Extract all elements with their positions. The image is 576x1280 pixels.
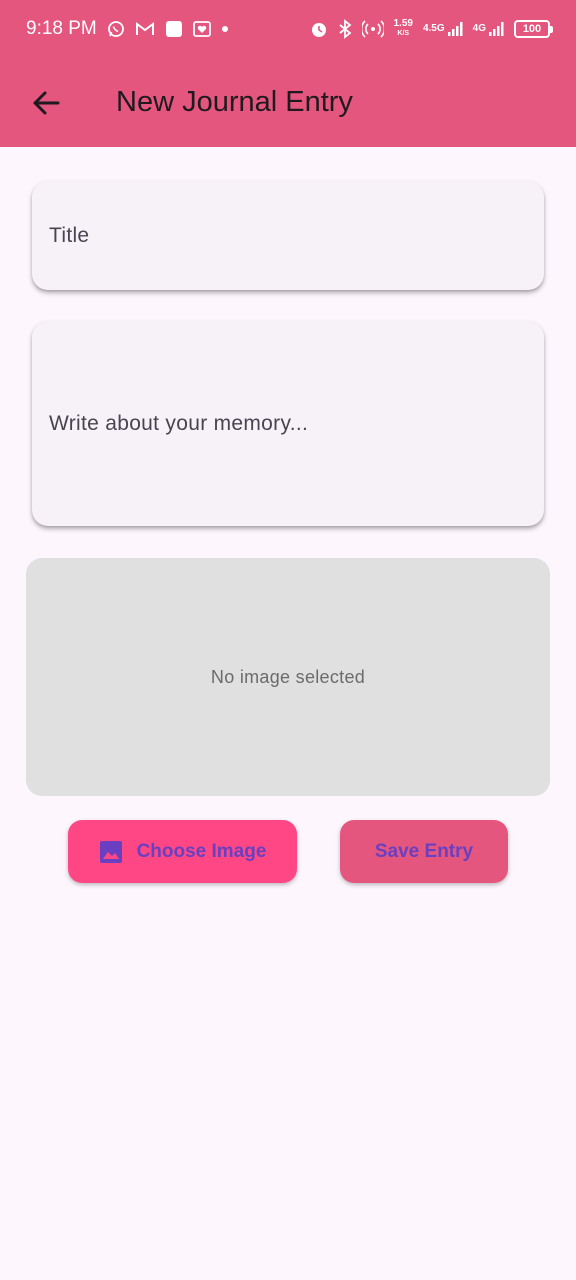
app-square-icon (165, 20, 183, 38)
whatsapp-icon (107, 20, 125, 38)
no-image-text: No image selected (210, 666, 366, 687)
image-icon (99, 840, 122, 863)
save-entry-button[interactable]: Save Entry (340, 820, 508, 883)
gmail-icon (135, 21, 155, 37)
memory-field-card (32, 321, 544, 526)
memory-textarea[interactable] (49, 411, 527, 436)
heart-box-icon (192, 20, 211, 38)
bluetooth-icon (338, 19, 352, 39)
net-speed: 1.59 K/S (394, 19, 413, 39)
battery-level: 100 (522, 23, 542, 35)
status-right: 1.59 K/S 4.5G 4G 100 (310, 19, 553, 39)
net-speed-unit: K/S (397, 30, 410, 37)
choose-image-label: Choose Image (136, 840, 267, 862)
net-type-1: 4.5G (422, 23, 445, 34)
signal-4-5g-icon: 4.5G (423, 21, 463, 37)
title-field-card (32, 181, 544, 290)
image-preview: No image selected (26, 558, 550, 796)
battery-icon: 100 (514, 20, 553, 38)
back-button[interactable] (22, 79, 70, 127)
status-bar: 9:18 PM 1.59 K/S 4.5G 4G 100 (0, 0, 576, 58)
net-speed-value: 1.59 (393, 18, 413, 29)
page-title: New Journal Entry (116, 86, 353, 118)
save-entry-label: Save Entry (374, 840, 474, 862)
net-type-2: 4G (472, 23, 486, 34)
notification-dot-icon (221, 25, 229, 33)
arrow-back-icon (33, 91, 60, 114)
status-left: 9:18 PM (26, 18, 229, 40)
signal-4g-icon: 4G (473, 21, 504, 37)
title-input[interactable] (49, 223, 527, 248)
choose-image-button[interactable]: Choose Image (68, 820, 297, 883)
alarm-icon (310, 20, 328, 38)
app-bar: New Journal Entry (0, 58, 576, 147)
hotspot-icon (361, 20, 384, 38)
status-time: 9:18 PM (26, 18, 97, 39)
